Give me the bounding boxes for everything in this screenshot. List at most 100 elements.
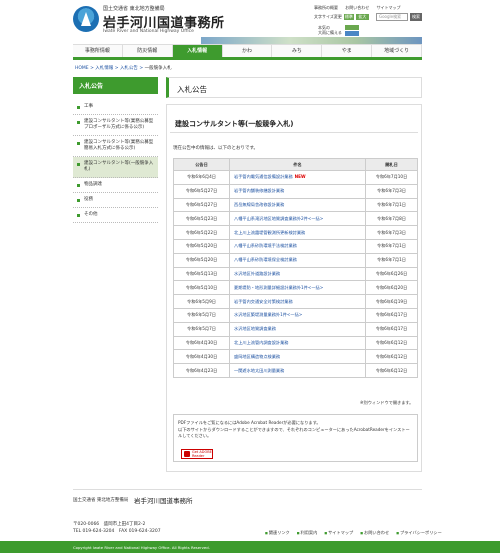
tender-link[interactable]: 北上川上流管内調査設計業務 [234,340,288,345]
cell-name: 岩手管内交通安全対策検討業務 [229,294,366,309]
cell-date: 令和6年5月22日 [173,225,230,240]
sidebar-item-consultant-proposal[interactable]: 建設コンサルタント等(業務公募型プロポーザル方式に係る公示) [73,115,158,136]
util-link-overview[interactable]: 事務所の概要 [314,5,338,10]
footer-link-sitemap[interactable]: サイトマップ [324,530,353,536]
disaster-banner[interactable]: 本気の 大雨に備える [318,25,342,35]
search-input[interactable]: Google検索 [376,13,408,21]
footer-link-usage[interactable]: 利用案内 [297,530,318,536]
footer-divider [73,489,422,490]
tender-link[interactable]: 水沢地区外道路設計業務 [234,271,280,276]
global-nav: 事務所情報 防災情報 入札情報 かわ みち やま 地域づくり [73,44,423,60]
cell-name: 北上川上流霞堤管観測所更新検討業務 [229,225,366,240]
table-row: 令和6年5月23日 八幡平山系滝沢地区地質調査業務外2件<一括> 令和6年7月8日 [173,211,418,227]
cell-date: 令和6年5月27日 [173,197,230,213]
tender-link[interactable]: 夏期堤防・地形測量詳細設計業務外1件<一括> [234,285,323,290]
table-row: 令和6年5月7日 水沢地区地質調査業務 令和6年6月17日 [173,321,418,337]
nav-item-river[interactable]: かわ [222,45,273,57]
sidebar-item-consultant-simple[interactable]: 建設コンサルタント等(業務公募型簡易入札方式に係る公示) [73,136,158,157]
tender-link[interactable]: 岩手管内交通安全対策検討業務 [234,299,293,304]
intro-text: 現在公告中の情報は、以下のとおりです。 [173,146,259,151]
cell-opening-date: 令和6年7月10日 [365,170,418,185]
footer-link-contact[interactable]: お問い合わせ [360,530,389,536]
footer-address: 〒020-0066 盛岡市上田4丁目2-2 TEL 019-624-3204 F… [73,521,161,535]
tender-link[interactable]: 岩手管内舗装修繕設計業務 [234,188,284,193]
cell-date: 令和6年5月20日 [173,252,230,268]
font-size-switcher: 文字サイズ変更 標準 拡大 [314,14,369,20]
cell-date: 令和6年5月10日 [173,280,230,296]
sidebar-item-services[interactable]: 役務 [73,193,158,208]
tender-table-body: 令和6年6月4日 岩手管内電気通信設備設計業務 NEW 令和6年7月10日令和6年5月… [173,170,418,378]
footer-link-related[interactable]: 関連リンク [265,530,290,536]
cell-date: 令和6年6月4日 [173,170,230,185]
tender-link[interactable]: 北上川上流霞堤管観測所更新検討業務 [234,230,305,235]
footer-link-privacy[interactable]: プライバシーポリシー [396,530,442,536]
adobe-reader-badge[interactable]: Get ADOBE Reader [181,449,213,459]
footer-links: 関連リンク 利用案内 サイトマップ お問い合わせ プライバシーポリシー [265,530,442,536]
nav-item-bidding[interactable]: 入札情報 [172,45,223,57]
cell-date: 令和6年4月30日 [173,335,230,351]
cell-opening-date: 令和6年6月17日 [365,321,418,337]
cell-name: 水沢地区地質調査業務 [229,321,366,337]
breadcrumb-bidding[interactable]: 入札情報 [95,66,113,71]
cell-opening-date: 令和6年7月1日 [365,252,418,268]
tender-link[interactable]: 八幡平山系砂防環境手法検討業務 [234,243,297,248]
sidebar-item-other[interactable]: その他 [73,208,158,223]
table-row: 令和6年4月30日 盛岡地区構造物点検業務 令和6年6月12日 [173,349,418,365]
sidebar-item-procurement[interactable]: 物品調達 [73,178,158,193]
tender-link[interactable]: 八幡平山系砂防環境保全検討業務 [234,257,297,262]
cell-opening-date: 令和6年6月26日 [365,266,418,282]
sidebar-item-construction[interactable]: 工事 [73,100,158,115]
cell-opening-date: 令和6年6月20日 [365,280,418,296]
tender-link[interactable]: 一関遊水地太田川測量業務 [234,368,284,373]
font-size-label: 文字サイズ変更 [314,14,342,19]
cell-date: 令和6年5月7日 [173,321,230,337]
nav-item-community[interactable]: 地域づくり [372,45,423,57]
cell-date: 令和6年5月7日 [173,307,230,323]
mlit-logo-icon[interactable] [73,6,99,32]
cell-opening-date: 令和6年6月17日 [365,307,418,323]
nav-item-mountain[interactable]: やま [322,45,373,57]
sidebar: 入札公告 工事 建設コンサルタント等(業務公募型プロポーザル方式に係る公示) 建… [73,77,158,223]
cell-name: 西岳無線局舎改修設計業務 [229,197,366,213]
table-row: 令和6年5月13日 水沢地区外道路設計業務 令和6年6月26日 [173,266,418,282]
site-subtitle: Iwate River and National Highway Office [103,29,194,34]
util-link-sitemap[interactable]: サイトマップ [377,5,401,10]
new-badge: NEW [294,174,306,180]
tender-link[interactable]: 水沢地区地質調査業務 [234,326,276,331]
nav-item-road[interactable]: みち [272,45,323,57]
tender-link[interactable]: 水沢地区築堤測量業務外1件<一括> [234,312,302,317]
util-link-contact[interactable]: お問い合わせ [345,5,369,10]
tender-link[interactable]: 八幡平山系滝沢地区地質調査業務外2件<一括> [234,216,323,221]
table-row: 令和6年5月9日 岩手管内交通安全対策検討業務 令和6年6月19日 [173,294,418,309]
nav-item-office[interactable]: 事務所情報 [73,45,123,57]
cell-opening-date: 令和6年7月8日 [365,211,418,227]
table-row: 令和6年5月22日 北上川上流霞堤管観測所更新検討業務 令和6年7月3日 [173,225,418,240]
footer-fax: FAX 019-624-3207 [118,529,161,534]
sidebar-heading: 入札公告 [73,77,158,94]
cell-opening-date: 令和6年6月12日 [365,363,418,378]
cell-name: 八幡平山系砂防環境手法検討業務 [229,238,366,254]
footer-org-small: 国土交通省 東北地方整備局 [73,498,129,503]
search-button[interactable]: 検索 [410,13,422,21]
cell-name: 水沢地区築堤測量業務外1件<一括> [229,307,366,323]
cell-name: 一関遊水地太田川測量業務 [229,363,366,378]
cell-opening-date: 令和6年7月3日 [365,225,418,240]
breadcrumb-notice[interactable]: 入札公告 [120,66,138,71]
cell-date: 令和6年4月30日 [173,349,230,365]
table-row: 令和6年4月30日 北上川上流管内調査設計業務 令和6年6月12日 [173,335,418,351]
table-header-row: 公告日 件名 開札日 [173,158,418,171]
nav-item-disaster[interactable]: 防災情報 [122,45,173,57]
tender-link[interactable]: 盛岡地区構造物点検業務 [234,354,280,359]
breadcrumb-home[interactable]: HOME [75,66,89,71]
section-title: 建設コンサルタント等(一般競争入札) [170,119,418,133]
tender-link[interactable]: 岩手管内電気通信設備設計業務 [234,174,293,179]
window-note: ※別ウィンドウで開きます。 [360,400,414,405]
sidebar-item-consultant-competitive[interactable]: 建設コンサルタント等(一般競争入札) [73,157,158,178]
column-header-date: 公告日 [173,158,230,171]
cell-date: 令和6年5月9日 [173,294,230,309]
footer-postal: 〒020-0066 [73,522,100,527]
font-size-normal-button[interactable]: 標準 [343,14,354,20]
tender-link[interactable]: 西岳無線局舎改修設計業務 [234,202,284,207]
font-size-large-button[interactable]: 拡大 [355,14,369,20]
table-row: 令和6年5月7日 水沢地区築堤測量業務外1件<一括> 令和6年6月17日 [173,307,418,323]
